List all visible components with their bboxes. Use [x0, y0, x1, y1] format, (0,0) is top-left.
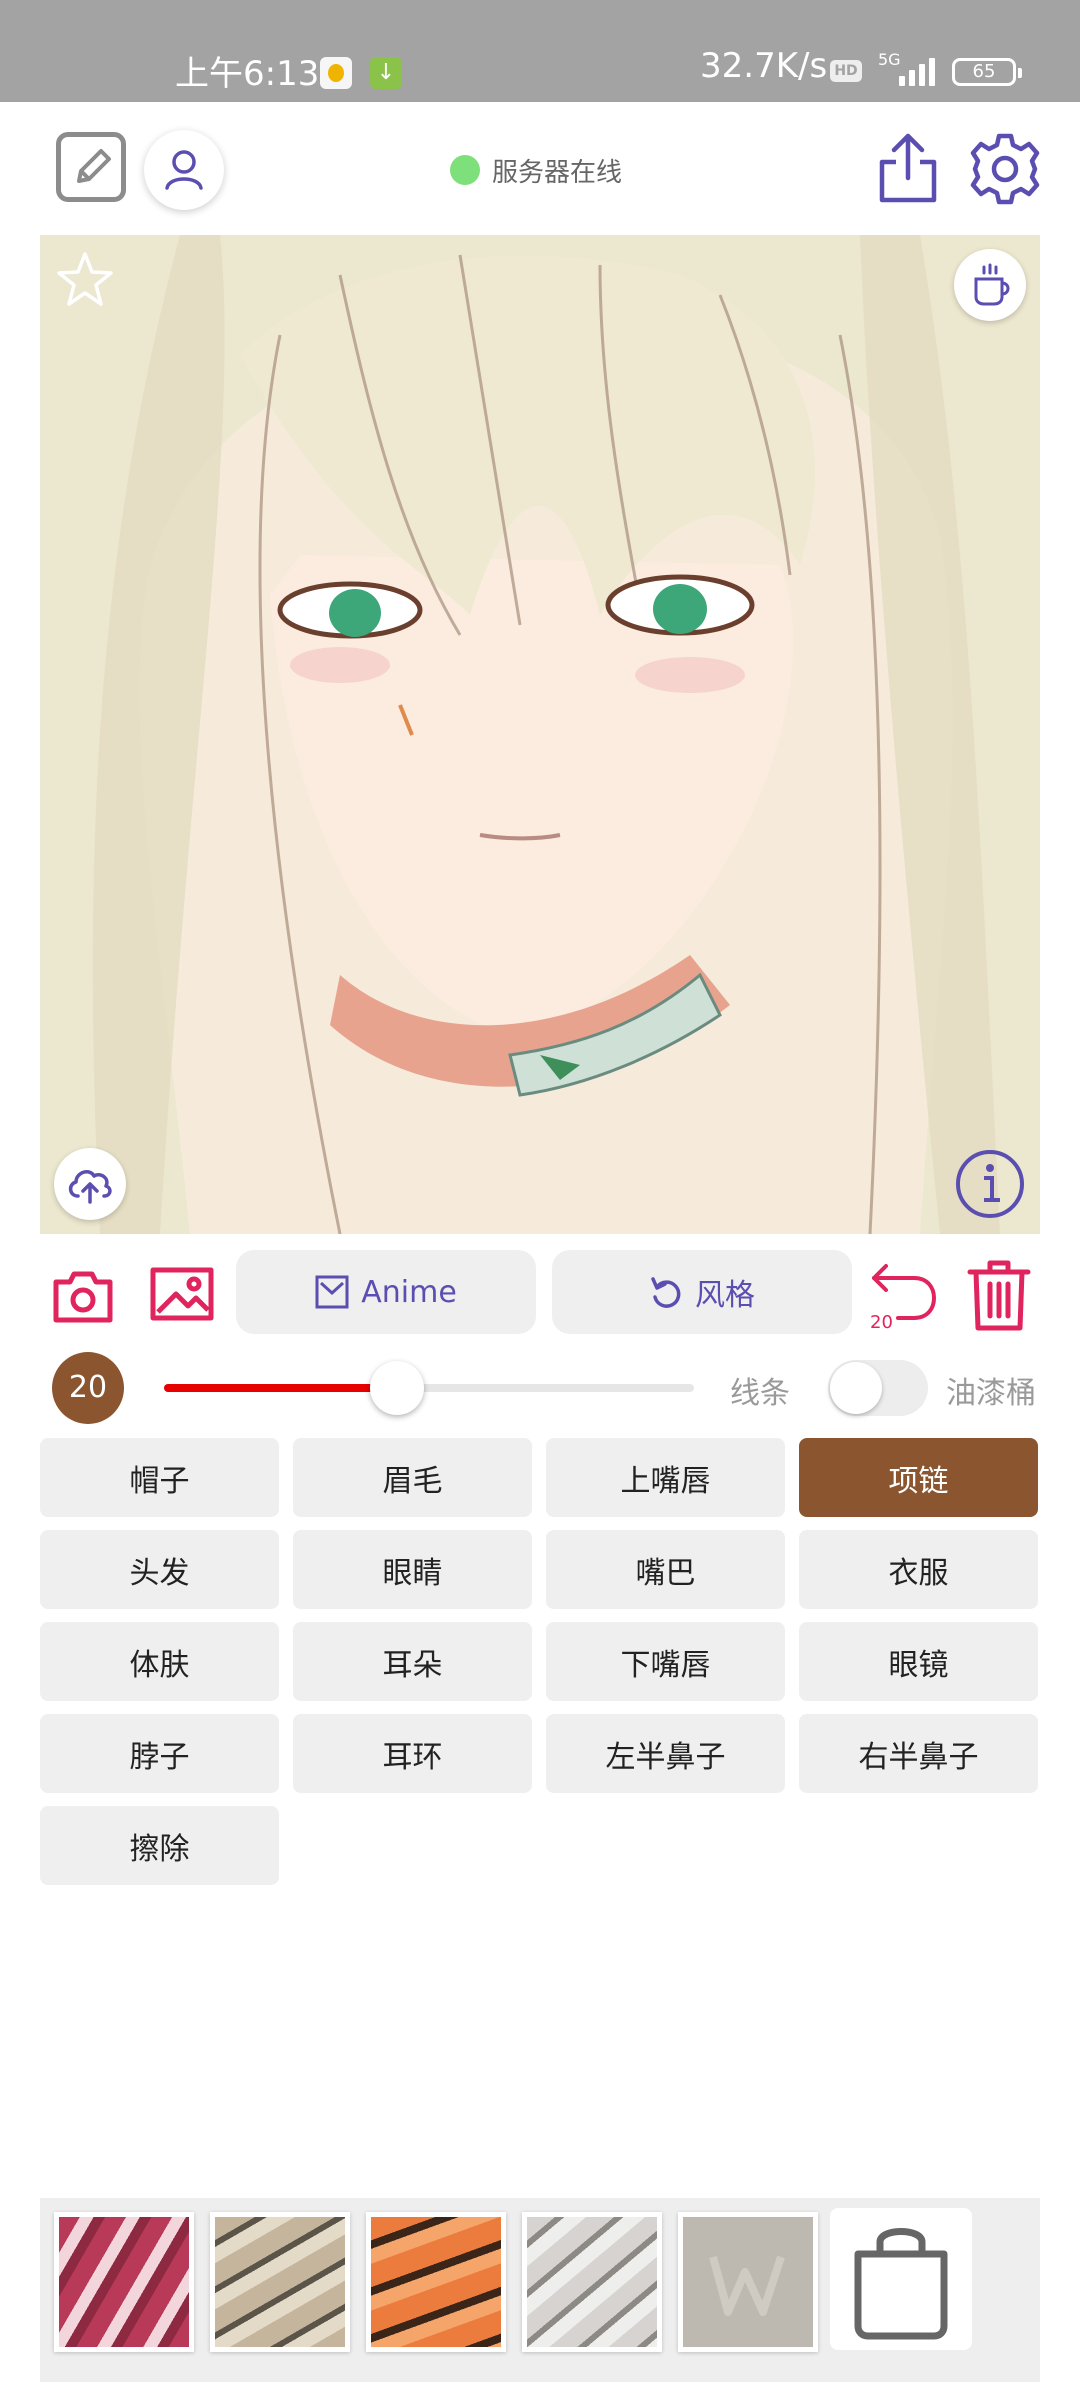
- status-bar: 上午6:13 ↓ 32.7K/s HD 5G 65: [0, 0, 1080, 102]
- pencil-icon: [77, 149, 111, 183]
- action-row: Anime 风格 20: [0, 1250, 1080, 1340]
- share-button[interactable]: [876, 132, 940, 204]
- delete-button[interactable]: [966, 1258, 1032, 1332]
- cloud-upload-icon: [68, 1170, 112, 1204]
- part-button[interactable]: 耳朵: [293, 1622, 532, 1701]
- signal-icon: [895, 56, 939, 86]
- line-mode-label: 线条: [730, 1376, 790, 1411]
- trash-icon: [967, 1260, 1031, 1331]
- bucket-toggle[interactable]: [828, 1360, 928, 1416]
- part-button[interactable]: 头发: [40, 1530, 279, 1609]
- part-button[interactable]: 眼镜: [799, 1622, 1038, 1701]
- hd-badge: HD: [830, 60, 862, 82]
- upload-button[interactable]: [54, 1148, 126, 1220]
- swatch-khaki-pattern[interactable]: [210, 2212, 350, 2352]
- part-button[interactable]: 嘴巴: [546, 1530, 785, 1609]
- info-icon: [956, 1150, 1024, 1218]
- style-label: 风格: [695, 1278, 755, 1313]
- slider-fill: [164, 1384, 398, 1392]
- brush-controls: 20 线条 油漆桶: [0, 1348, 1080, 1428]
- user-icon: [165, 150, 203, 190]
- part-button[interactable]: 衣服: [799, 1530, 1038, 1609]
- gear-icon: [970, 133, 1040, 205]
- part-button[interactable]: 项链: [799, 1438, 1038, 1517]
- battery-icon: 65: [952, 58, 1022, 86]
- rotate-icon: [651, 1277, 681, 1308]
- star-icon: [57, 252, 113, 306]
- part-grid: 帽子 眉毛 上嘴唇 项链头发 眼睛 嘴巴 衣服体肤 耳朵 下嘴唇 眼镜脖子 耳环 左半鼻子 右半鼻子擦除: [40, 1438, 1040, 1885]
- style-button[interactable]: 风格: [552, 1250, 852, 1334]
- undo-icon: [872, 1264, 937, 1320]
- server-status-dot: [450, 155, 480, 185]
- texture-palette: [40, 2198, 1040, 2382]
- profile-button[interactable]: [144, 130, 224, 210]
- network-speed: 32.7K/s: [700, 46, 828, 86]
- favorite-button[interactable]: [54, 249, 116, 311]
- part-button[interactable]: 下嘴唇: [546, 1622, 785, 1701]
- image-icon: [150, 1267, 214, 1321]
- brush-size-badge: 20: [52, 1352, 124, 1424]
- watermark-icon: [709, 2255, 785, 2316]
- swatch-red-pattern[interactable]: [54, 2212, 194, 2352]
- donate-button[interactable]: [954, 249, 1026, 321]
- part-button[interactable]: 帽子: [40, 1438, 279, 1517]
- shopping-bag-icon: [854, 2228, 948, 2340]
- anime-button[interactable]: Anime: [236, 1250, 536, 1334]
- bucket-mode-label: 油漆桶: [946, 1376, 1036, 1411]
- swatch-silver-pattern[interactable]: [522, 2212, 662, 2352]
- undo-button[interactable]: 20: [868, 1260, 940, 1334]
- undo-count: 20: [870, 1312, 893, 1333]
- store-button[interactable]: [830, 2208, 972, 2350]
- part-button[interactable]: 眼睛: [293, 1530, 532, 1609]
- part-button[interactable]: 右半鼻子: [799, 1714, 1038, 1793]
- gallery-button[interactable]: [150, 1266, 214, 1322]
- part-button[interactable]: 上嘴唇: [546, 1438, 785, 1517]
- part-button[interactable]: 体肤: [40, 1622, 279, 1701]
- part-button[interactable]: 左半鼻子: [546, 1714, 785, 1793]
- checkbox-icon: [315, 1275, 349, 1309]
- status-time: 上午6:13: [175, 54, 320, 94]
- app-notification-icon: [320, 57, 352, 89]
- camera-button[interactable]: [52, 1268, 114, 1324]
- share-icon: [879, 133, 937, 203]
- brush-size-slider[interactable]: [164, 1361, 694, 1415]
- anime-portrait-image: [40, 235, 1040, 1234]
- part-button[interactable]: 眉毛: [293, 1438, 532, 1517]
- drawing-canvas[interactable]: [40, 235, 1040, 1234]
- swatch-orange-tiger-pattern[interactable]: [366, 2212, 506, 2352]
- server-status-text: 服务器在线: [492, 157, 623, 188]
- swatch-gray-watermark-pattern[interactable]: [678, 2212, 818, 2352]
- part-button[interactable]: 脖子: [40, 1714, 279, 1793]
- toggle-knob: [830, 1362, 882, 1414]
- anime-label: Anime: [361, 1274, 457, 1310]
- camera-icon: [53, 1271, 113, 1323]
- server-status: 服务器在线: [450, 152, 622, 188]
- part-button[interactable]: 擦除: [40, 1806, 279, 1885]
- download-notification-icon: ↓: [370, 57, 402, 89]
- edit-mode-button[interactable]: [56, 132, 126, 202]
- settings-button[interactable]: [968, 132, 1042, 206]
- top-toolbar: 服务器在线: [0, 102, 1080, 232]
- slider-thumb[interactable]: [370, 1361, 425, 1415]
- part-button[interactable]: 耳环: [293, 1714, 532, 1793]
- info-button[interactable]: [954, 1148, 1026, 1220]
- coffee-cup-icon: [974, 263, 1010, 306]
